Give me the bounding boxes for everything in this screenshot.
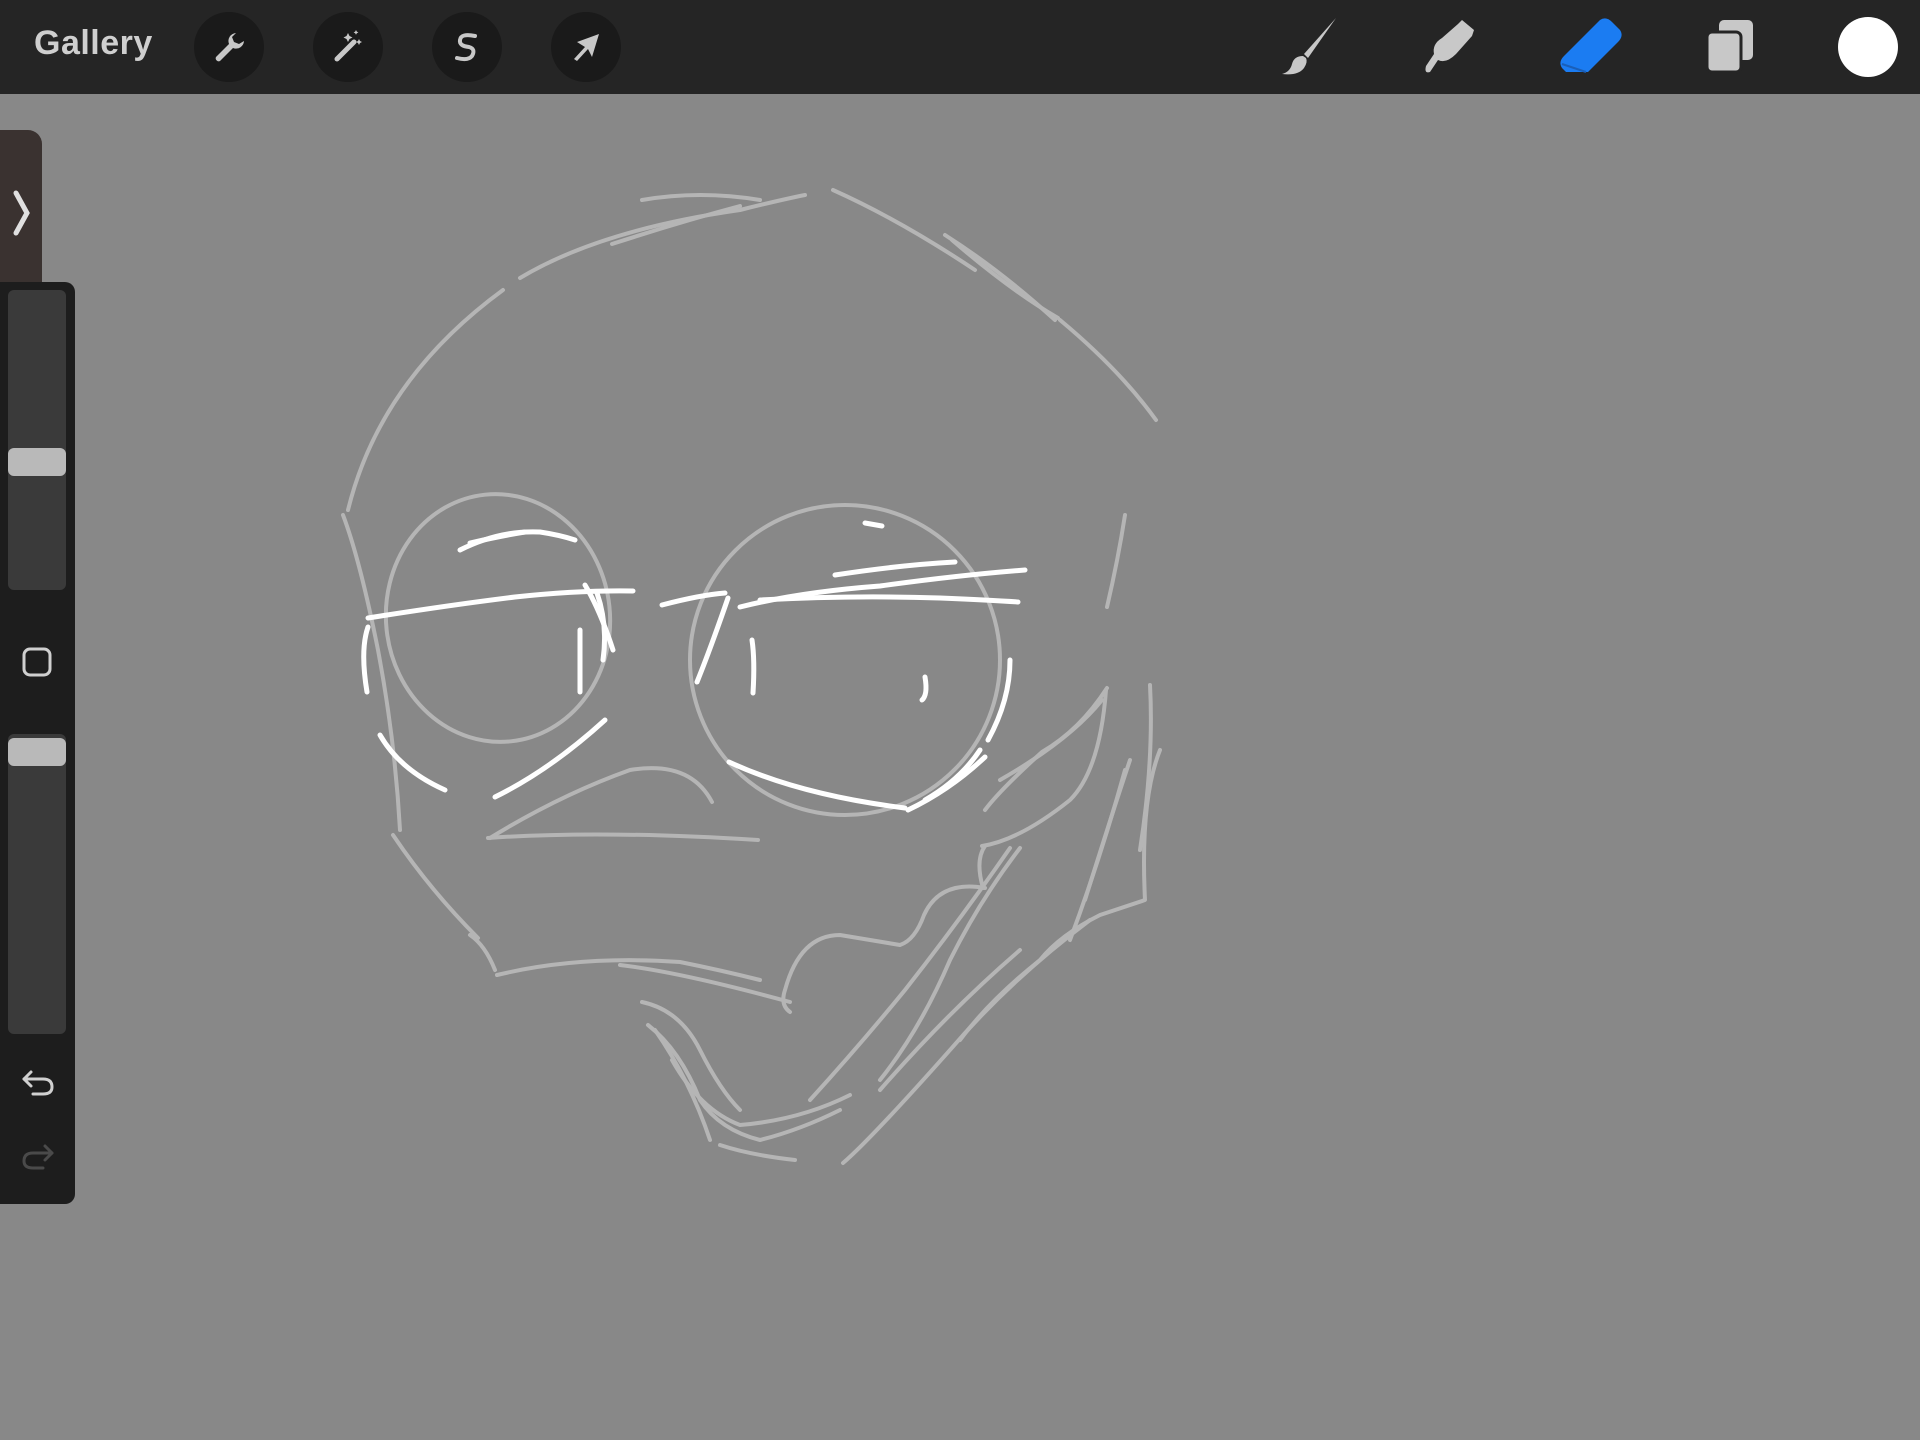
brush-icon (1282, 18, 1336, 75)
redo-button[interactable] (19, 1138, 57, 1176)
brush-tool-button[interactable] (1274, 12, 1344, 82)
eraser-tool-button[interactable] (1556, 12, 1626, 82)
transform-button[interactable] (551, 12, 621, 82)
actions-button[interactable] (194, 12, 264, 82)
brush-opacity-handle[interactable] (8, 738, 66, 766)
square-icon (22, 647, 52, 677)
brush-sidebar (0, 282, 75, 1204)
undo-arrow-icon (22, 1070, 54, 1096)
layers-icon (1705, 20, 1753, 74)
selection-s-icon (455, 33, 477, 62)
chevron-right-icon (13, 190, 30, 236)
sketch-drawing (341, 188, 1162, 1165)
brush-opacity-slider[interactable] (8, 734, 66, 1034)
drawing-canvas[interactable] (0, 94, 1920, 1440)
adjustments-button[interactable] (313, 12, 383, 82)
wrench-icon (215, 33, 244, 62)
modify-button[interactable] (21, 646, 53, 678)
smudge-tool-button[interactable] (1414, 12, 1484, 82)
magic-wand-icon (334, 30, 362, 62)
brush-size-handle[interactable] (8, 448, 66, 476)
redo-arrow-icon (22, 1144, 54, 1170)
top-toolbar: Gallery (0, 0, 1920, 94)
selection-button[interactable] (432, 12, 502, 82)
layers-button[interactable] (1695, 12, 1765, 82)
gallery-button[interactable]: Gallery (34, 24, 153, 63)
arrow-cursor-icon (574, 34, 599, 61)
eraser-icon (1560, 18, 1622, 73)
undo-button[interactable] (19, 1064, 57, 1102)
brush-size-slider[interactable] (8, 290, 66, 590)
sidebar-toggle-tab[interactable] (0, 130, 42, 296)
color-picker-button[interactable] (1838, 17, 1898, 77)
smudge-finger-icon (1425, 20, 1474, 73)
